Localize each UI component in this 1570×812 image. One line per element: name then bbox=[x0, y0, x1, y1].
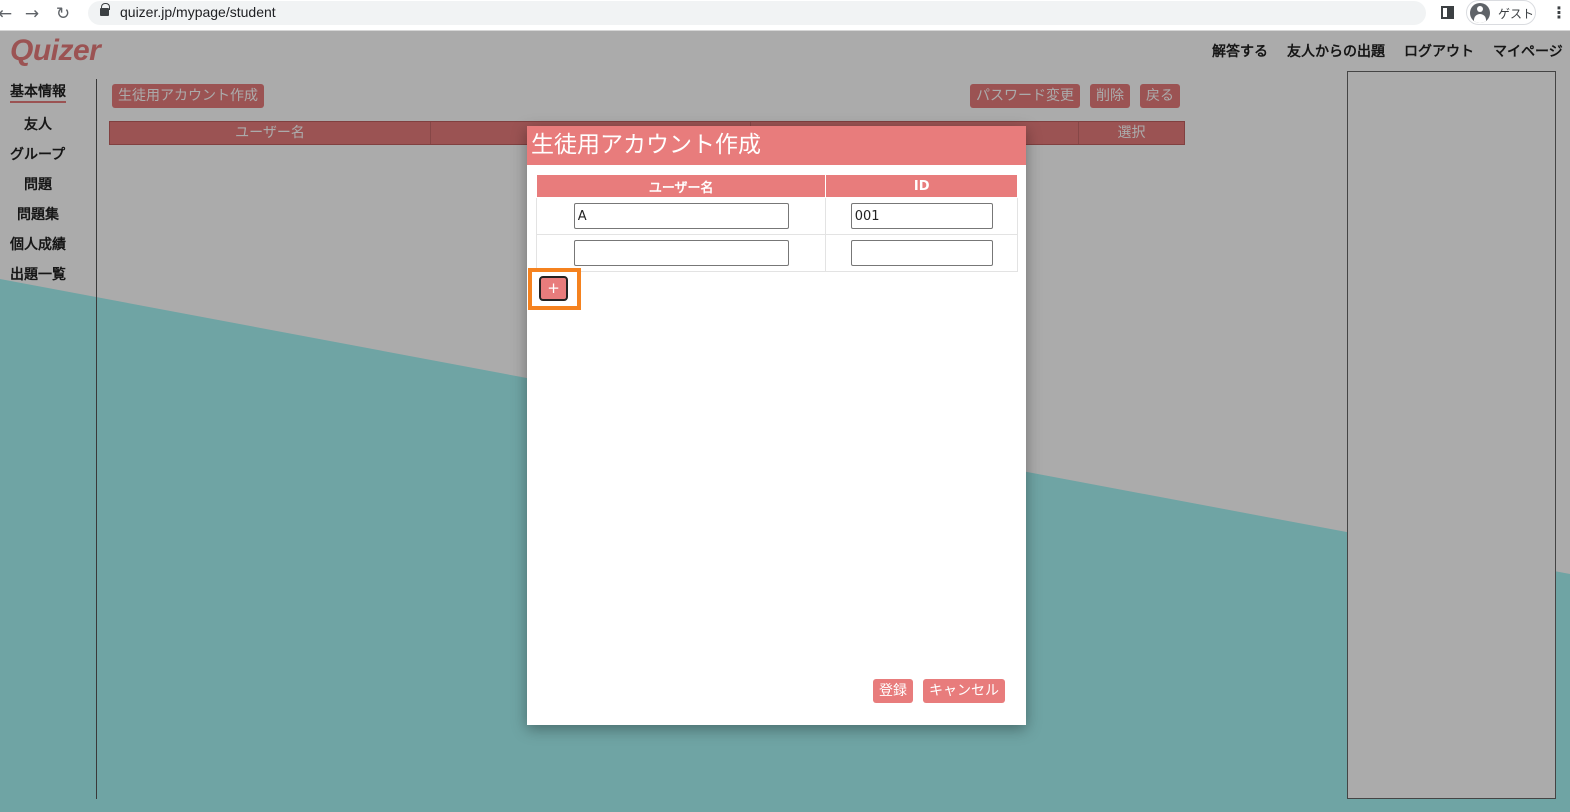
table-row bbox=[535, 197, 1018, 235]
modal-column-username: ユーザー名 bbox=[535, 174, 827, 198]
lock-icon bbox=[100, 3, 110, 16]
id-cell bbox=[825, 234, 1018, 272]
side-panel-icon[interactable] bbox=[1441, 6, 1454, 19]
profile-button[interactable]: ゲスト bbox=[1466, 0, 1536, 25]
cancel-button[interactable]: キャンセル bbox=[923, 679, 1005, 703]
id-input[interactable] bbox=[850, 203, 993, 229]
add-row-button[interactable]: + bbox=[539, 276, 568, 301]
id-cell bbox=[825, 197, 1018, 235]
address-bar[interactable]: quizer.jp/mypage/student bbox=[88, 1, 1426, 25]
reload-icon[interactable]: ↻ bbox=[52, 3, 74, 25]
url-text[interactable]: quizer.jp/mypage/student bbox=[120, 4, 276, 20]
profile-name: ゲスト bbox=[1498, 7, 1535, 21]
username-input[interactable] bbox=[573, 240, 789, 266]
back-arrow-icon[interactable]: ← bbox=[0, 3, 16, 25]
modal-title: 生徒用アカウント作成 bbox=[527, 126, 1026, 165]
table-row bbox=[535, 234, 1018, 272]
id-input[interactable] bbox=[850, 240, 993, 266]
modal-column-id: ID bbox=[825, 174, 1018, 198]
browser-toolbar: ← → ↻ quizer.jp/mypage/student ゲスト ⋮ bbox=[0, 0, 1570, 31]
register-button[interactable]: 登録 bbox=[873, 679, 913, 703]
username-cell bbox=[535, 234, 827, 272]
forward-arrow-icon[interactable]: → bbox=[21, 3, 43, 25]
username-cell bbox=[535, 197, 827, 235]
create-account-modal: 生徒用アカウント作成 ユーザー名 ID + 登録 キャンセル bbox=[527, 126, 1026, 725]
username-input[interactable] bbox=[573, 203, 789, 229]
kebab-menu-icon[interactable]: ⋮ bbox=[1551, 3, 1567, 22]
account-input-table: ユーザー名 ID bbox=[535, 174, 1018, 272]
profile-avatar-icon bbox=[1470, 3, 1490, 23]
